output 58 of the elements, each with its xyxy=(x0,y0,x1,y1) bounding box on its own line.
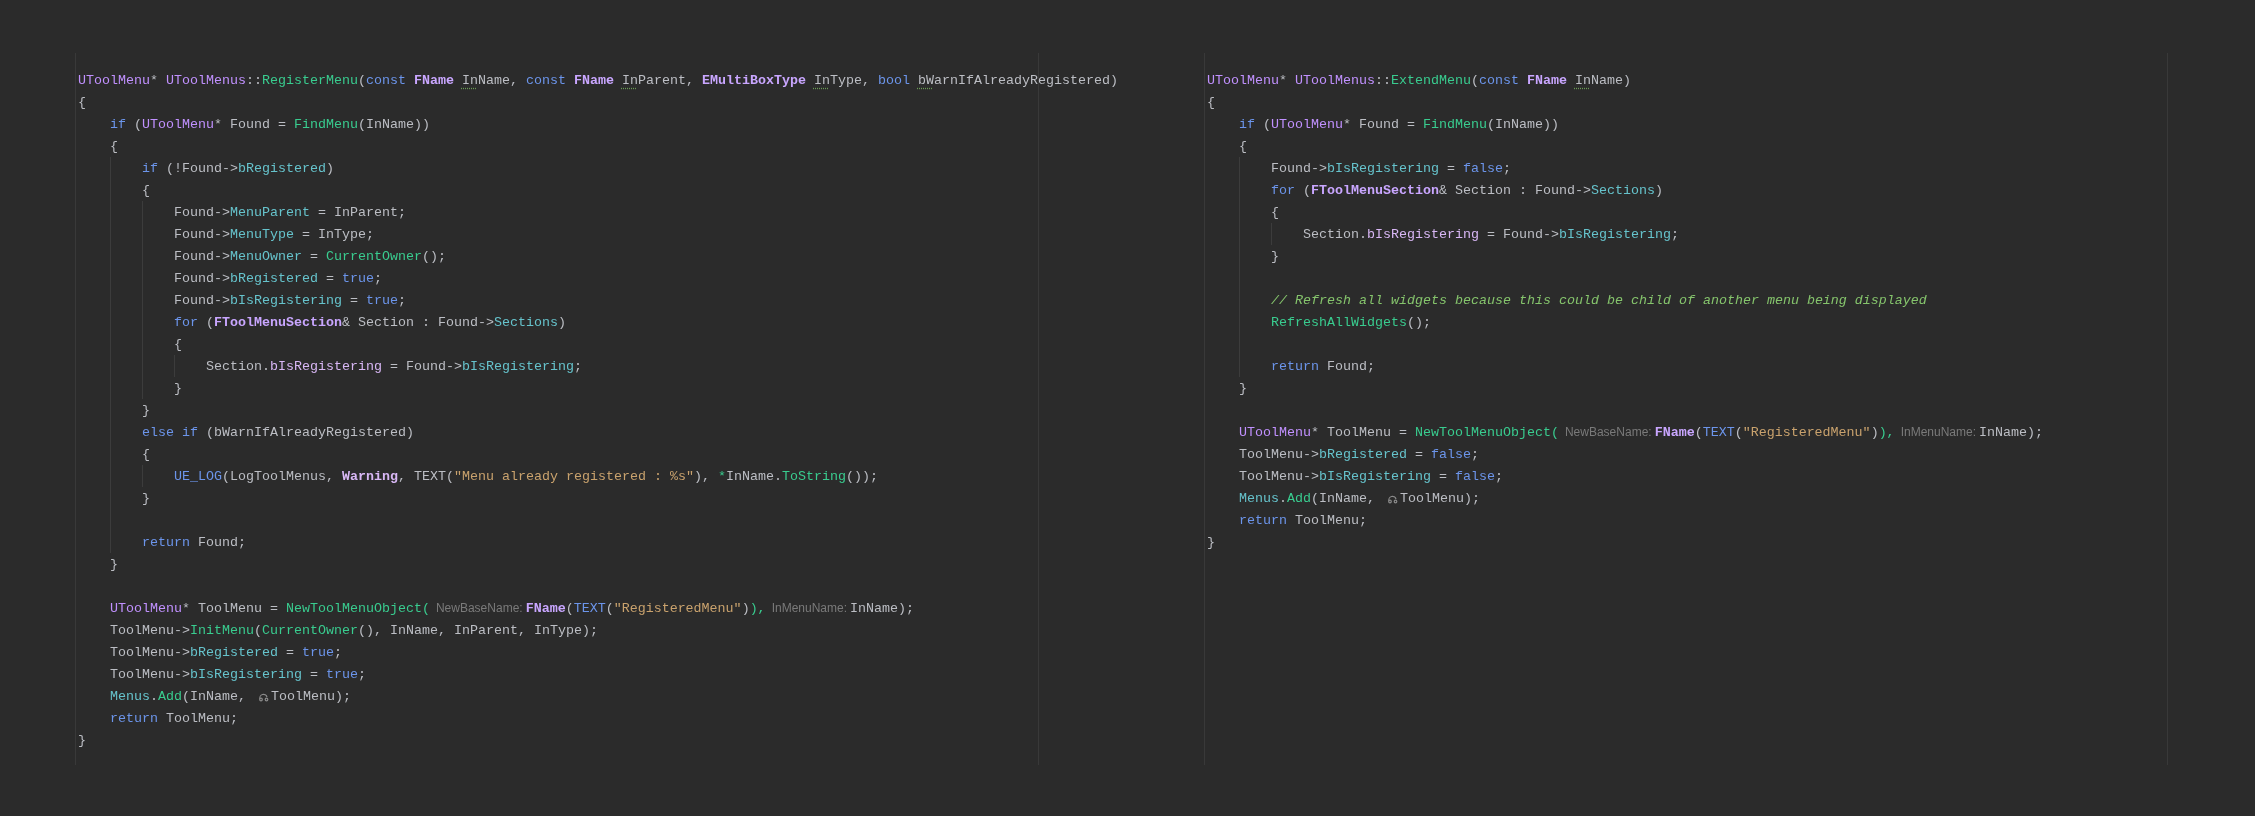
code-text: UToolMenu* ToolMenu = NewToolMenuObject( xyxy=(1239,424,1559,440)
code-text: Found->bIsRegistering = true; xyxy=(174,292,406,308)
code-text: if (UToolMenu* Found = FindMenu(InName)) xyxy=(1239,116,1559,132)
code-text: for (FToolMenuSection& Section : Found->Sections) xyxy=(174,314,566,330)
code-text: } xyxy=(142,402,150,418)
code-text: ToolMenu->InitMenu(CurrentOwner(), InName, InParent, InType); xyxy=(110,622,598,638)
code-text: InName); xyxy=(1979,424,2043,440)
code-text: { xyxy=(78,94,86,110)
code-text: return ToolMenu; xyxy=(1239,512,1367,528)
code-text: { xyxy=(1239,138,1247,154)
code-text: Menus.Add(InName, xyxy=(110,688,247,704)
code-text: if (UToolMenu* Found = FindMenu(InName)) xyxy=(110,116,430,132)
code-text: { xyxy=(1271,204,1279,220)
code-text: Section.bIsRegistering = Found->bIsRegistering; xyxy=(1303,226,1679,242)
code-text: ToolMenu); xyxy=(1400,490,1480,506)
code-text: ToolMenu->bRegistered = true; xyxy=(110,644,342,660)
code-text: { xyxy=(174,336,182,352)
code-text: if (!Found->bRegistered) xyxy=(142,160,334,176)
code-text: } xyxy=(1239,380,1247,396)
code-text: } xyxy=(174,380,182,396)
code-text: ToolMenu->bIsRegistering = false; xyxy=(1239,468,1503,484)
code-text: Found->MenuType = InType; xyxy=(174,226,374,242)
code-text: Found->bIsRegistering = false; xyxy=(1271,160,1511,176)
code-text: RefreshAllWidgets(); xyxy=(1271,314,1431,330)
code-text: { xyxy=(110,138,118,154)
code-text: Menus.Add(InName, xyxy=(1239,490,1376,506)
parameter-hint: NewBaseName: xyxy=(435,601,523,615)
code-text: { xyxy=(1207,94,1215,110)
code-text: else if (bWarnIfAlreadyRegistered) xyxy=(142,424,414,440)
parameter-hint: InMenuName: xyxy=(771,601,847,615)
code-text: ToolMenu->bIsRegistering = true; xyxy=(110,666,366,682)
parameter-hint: NewBaseName: xyxy=(1564,425,1652,439)
code-text: } xyxy=(1207,534,1215,550)
code-text: for (FToolMenuSection& Section : Found->Sections) xyxy=(1271,182,1663,198)
code-text: // Refresh all widgets because this could be child of another menu being displayed xyxy=(1271,292,1927,308)
code-text: return ToolMenu; xyxy=(110,710,238,726)
code-text: } xyxy=(142,490,150,506)
code-text: return Found; xyxy=(1271,358,1375,374)
code-text: Found->MenuParent = InParent; xyxy=(174,204,406,220)
code-text: } xyxy=(110,556,118,572)
code-text: Found->bRegistered = true; xyxy=(174,270,382,286)
code-text: Section.bIsRegistering = Found->bIsRegistering; xyxy=(206,358,582,374)
code-text: ToolMenu->bRegistered = false; xyxy=(1239,446,1479,462)
code-text: UE_LOG(LogToolMenus, Warning, TEXT("Menu already registered : %s"), *InName.ToString()); xyxy=(174,468,878,484)
code-text: FName(TEXT("RegisteredMenu")), xyxy=(1654,424,1895,440)
code-text: { xyxy=(142,446,150,462)
code-text: InName); xyxy=(850,600,914,616)
code-text: UToolMenu* UToolMenus::ExtendMenu(const FName InName) xyxy=(1207,72,1631,88)
parameter-hint: InMenuName: xyxy=(1900,425,1976,439)
code-text: } xyxy=(1271,248,1279,264)
code-text: return Found; xyxy=(142,534,246,550)
code-text: { xyxy=(142,182,150,198)
code-text: UToolMenu* ToolMenu = NewToolMenuObject( xyxy=(110,600,430,616)
code-text: FName(TEXT("RegisteredMenu")), xyxy=(525,600,766,616)
code-text: ToolMenu); xyxy=(271,688,351,704)
code-text: } xyxy=(78,732,86,748)
code-text: Found->MenuOwner = CurrentOwner(); xyxy=(174,248,446,264)
code-text: UToolMenu* UToolMenus::RegisterMenu(const FName InName, const FName InParent, EMultiBoxType InType, bool bWarnIfAlreadyRegistered) xyxy=(78,72,1118,88)
